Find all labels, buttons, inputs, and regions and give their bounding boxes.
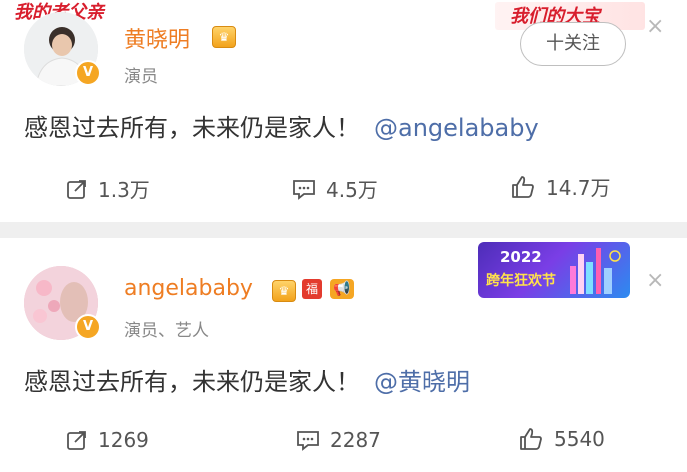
fu-badge-icon: 福 [302,279,322,299]
post-body: 感恩过去所有，未来仍是家人！ [24,114,360,142]
city-skyline-icon [570,248,621,294]
post-body: 感恩过去所有，未来仍是家人！ [24,368,360,396]
user-role: 演员 [124,67,158,87]
user-role: 演员、艺人 [124,321,209,341]
crown-badge-icon: ♛ [212,26,236,48]
username[interactable]: 黄晓明 [124,22,190,54]
post-text: 感恩过去所有，未来仍是家人！ @黄晓明 [24,362,470,397]
comment-count: 2287 [330,428,381,452]
verified-badge-icon: V [75,60,101,86]
like-count: 14.7万 [546,176,611,200]
close-icon[interactable]: × [646,268,664,293]
megaphone-icon: 📢 [330,279,354,299]
weibo-post-card-1: 我的老父亲 V 黄晓明 ♛ 演员 我们的大宝 十关注 × 感恩过去所有，未来仍是… [0,0,687,222]
banner-year: 2022 [500,248,542,266]
close-icon[interactable]: × [646,14,664,39]
verified-badge-icon: V [75,314,101,340]
mention-link[interactable]: @angelababy [374,114,539,142]
comment-icon [293,179,315,200]
banner-text: 跨年狂欢节 [486,273,556,289]
repost-count: 1.3万 [98,178,150,202]
repost-icon [67,431,86,450]
card-separator [0,222,687,238]
comment-count: 4.5万 [326,178,378,202]
like-count: 5540 [554,427,605,451]
repost-count: 1269 [98,428,149,452]
thumbs-up-icon [520,428,542,450]
mention-link[interactable]: @黄晓明 [374,368,470,396]
new-year-banner: 2022 跨年狂欢节 [478,242,630,298]
repost-icon [67,179,86,199]
comment-icon [297,431,319,451]
comment-button[interactable]: 2287 [296,428,381,452]
follow-button[interactable]: 十关注 [520,22,626,66]
repost-button[interactable]: 1269 [66,428,149,452]
post-text: 感恩过去所有，未来仍是家人！ @angelababy [24,108,539,143]
like-button[interactable]: 5540 [518,426,605,452]
repost-button[interactable]: 1.3万 [66,174,150,203]
username[interactable]: angelababy [124,276,253,301]
thumbs-up-icon [512,175,534,198]
like-button[interactable]: 14.7万 [510,172,611,201]
comment-button[interactable]: 4.5万 [292,174,378,203]
crown-badge-icon: ♛ [272,280,296,302]
